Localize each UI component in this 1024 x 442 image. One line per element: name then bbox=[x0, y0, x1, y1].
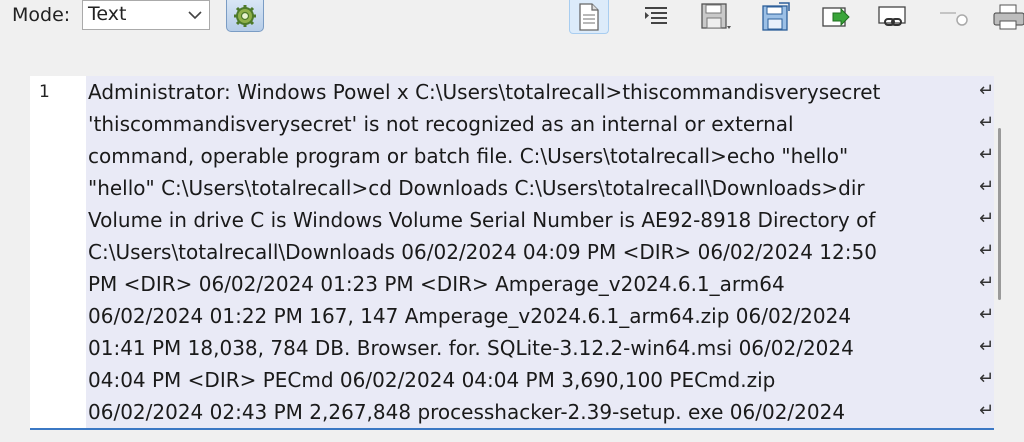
wrap-arrow-icon: ↵ bbox=[979, 368, 995, 389]
mode-dropdown[interactable]: Text bbox=[82, 0, 210, 30]
text-line: 06/02/2024 02:43 PM 2,267,848 processhac… bbox=[88, 400, 846, 424]
text-line: 04:04 PM <DIR> PECmd 06/02/2024 04:04 PM… bbox=[88, 368, 776, 392]
printer-icon bbox=[993, 4, 1024, 30]
text-line: 01:41 PM 18,038, 784 DB. Browser. for. S… bbox=[88, 336, 854, 360]
floppy-disk-icon bbox=[701, 3, 731, 29]
wrap-arrow-icon: ↵ bbox=[979, 336, 995, 357]
export-icon bbox=[822, 7, 850, 27]
wrap-arrow-icon: ↵ bbox=[979, 240, 995, 261]
wrap-indicator-column: ↵ ↵ ↵ ↵ ↵ ↵ ↵ ↵ ↵ ↵ ↵ bbox=[978, 76, 994, 428]
link-icon bbox=[878, 6, 906, 26]
text-view-button[interactable] bbox=[569, 0, 609, 34]
wrap-arrow-icon: ↵ bbox=[979, 144, 995, 165]
wrap-arrow-icon: ↵ bbox=[979, 304, 995, 325]
text-line: "hello" C:\Users\totalrecall>cd Download… bbox=[88, 176, 865, 200]
mode-label: Mode: bbox=[12, 4, 71, 26]
line-number-gutter: 1 bbox=[30, 76, 82, 428]
text-content[interactable]: Administrator: Windows Powel x C:\Users\… bbox=[86, 76, 986, 428]
wrap-arrow-icon: ↵ bbox=[979, 176, 995, 197]
settings-button[interactable] bbox=[226, 0, 264, 32]
wrap-arrow-icon: ↵ bbox=[979, 400, 995, 421]
wrap-arrow-icon: ↵ bbox=[979, 272, 995, 293]
save-button[interactable] bbox=[696, 0, 736, 34]
text-line: 'thiscommandisverysecret' is not recogni… bbox=[88, 112, 794, 136]
wrap-arrow-icon: ↵ bbox=[979, 208, 995, 229]
toggle-button[interactable] bbox=[932, 0, 972, 34]
gear-icon bbox=[234, 4, 256, 27]
wrap-arrow-icon: ↵ bbox=[979, 80, 995, 101]
chevron-down-icon bbox=[188, 11, 202, 20]
toggle-icon bbox=[940, 12, 968, 26]
text-line: PM <DIR> 06/02/2024 01:23 PM <DIR> Amper… bbox=[88, 272, 785, 296]
wrap-arrow-icon: ↵ bbox=[979, 112, 995, 133]
print-button[interactable] bbox=[988, 0, 1024, 34]
word-wrap-button[interactable] bbox=[636, 0, 676, 34]
vertical-scrollbar[interactable] bbox=[994, 76, 1006, 428]
text-line: Administrator: Windows Powel x C:\Users\… bbox=[88, 80, 881, 104]
toolbar: Mode: Text bbox=[0, 0, 1024, 40]
mode-dropdown-value: Text bbox=[88, 3, 127, 25]
link-button[interactable] bbox=[873, 0, 913, 34]
scrollbar-thumb[interactable] bbox=[998, 128, 1001, 300]
save-as-icon bbox=[762, 2, 790, 31]
text-editor[interactable]: 1 Administrator: Windows Powel x C:\User… bbox=[30, 76, 994, 430]
align-text-icon bbox=[645, 7, 667, 24]
document-icon bbox=[579, 2, 599, 31]
text-line: 06/02/2024 01:22 PM 167, 147 Amperage_v2… bbox=[88, 304, 852, 328]
text-line: command, operable program or batch file.… bbox=[88, 144, 849, 168]
line-number: 1 bbox=[39, 82, 50, 102]
text-line: Volume in drive C is Windows Volume Seri… bbox=[88, 208, 876, 232]
text-line: C:\Users\totalrecall\Downloads 06/02/202… bbox=[88, 240, 877, 264]
save-as-button[interactable] bbox=[756, 0, 796, 34]
export-button[interactable] bbox=[816, 0, 856, 34]
